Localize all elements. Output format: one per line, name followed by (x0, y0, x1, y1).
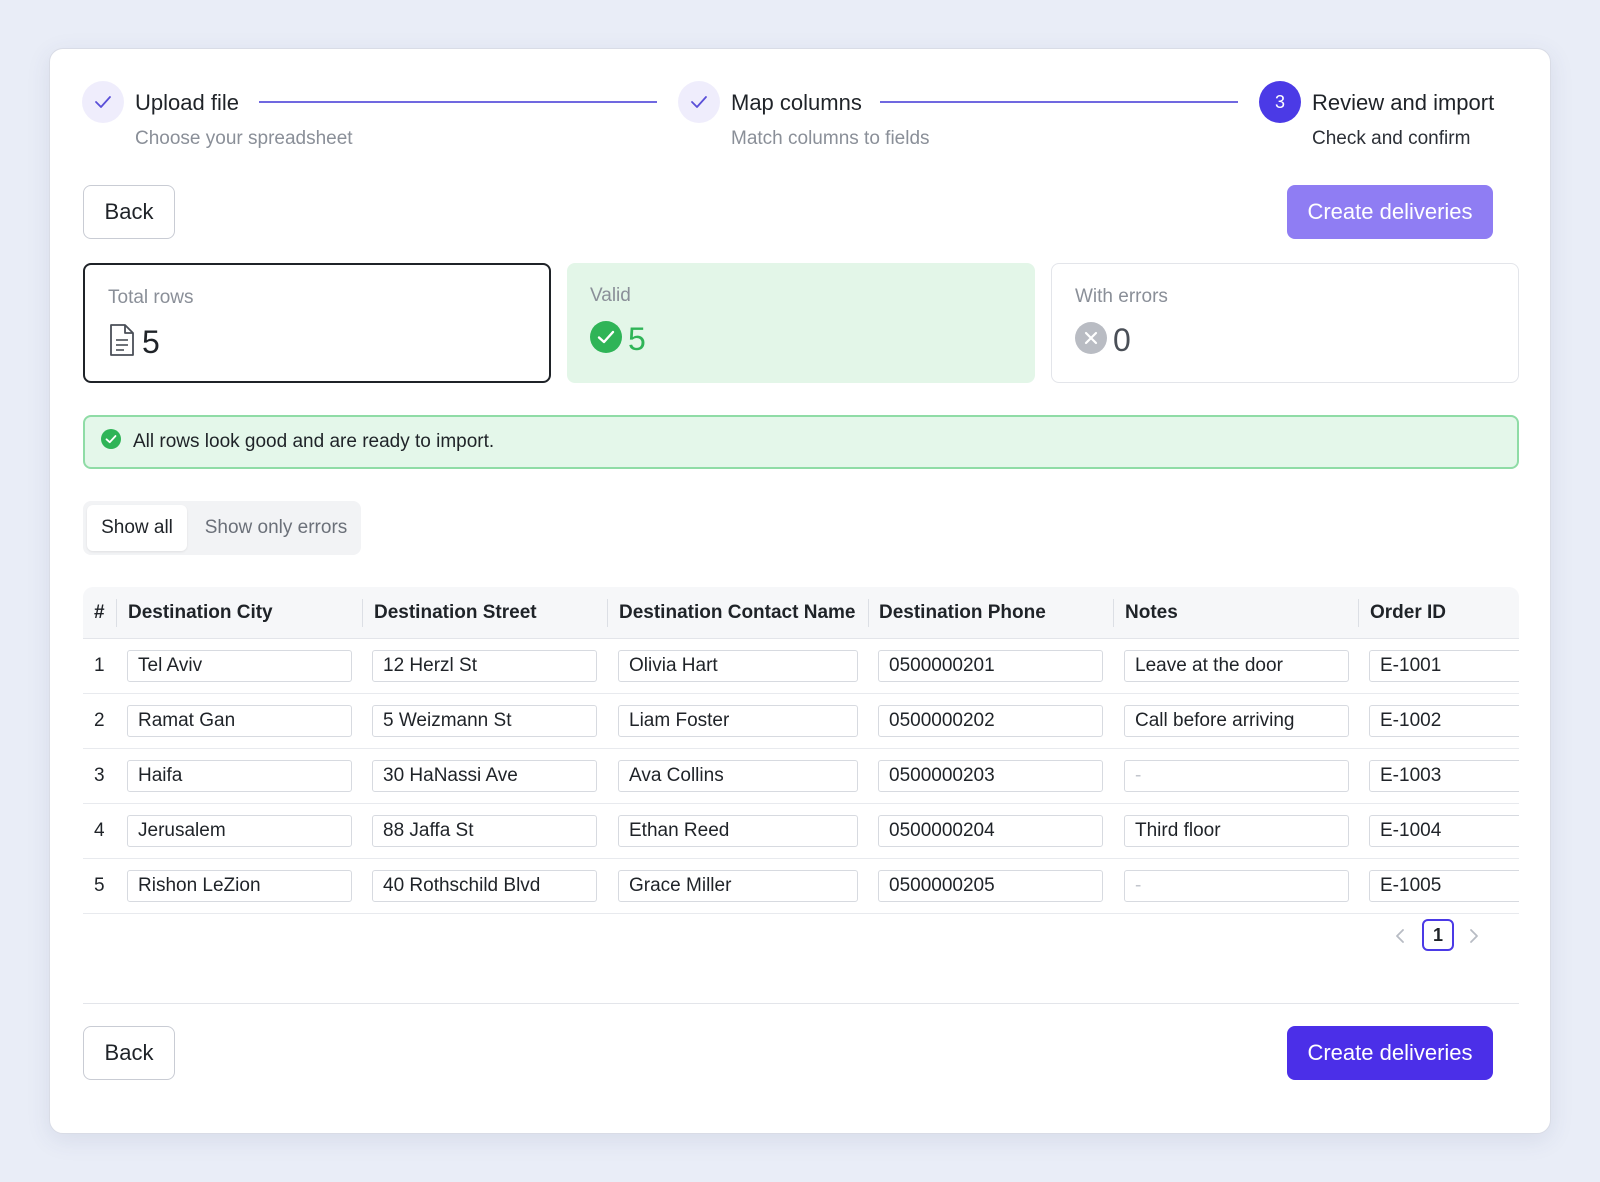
stat-with-errors: With errors 0 (1051, 263, 1519, 383)
check-circle-icon (101, 429, 121, 455)
stat-label: With errors (1075, 286, 1168, 307)
street-field[interactable]: 40 Rothschild Blvd (372, 870, 597, 902)
back-button[interactable]: Back (83, 185, 175, 239)
column-header-order-id: Order ID (1370, 602, 1447, 623)
column-header-city: Destination City (128, 602, 273, 623)
column-divider (116, 599, 117, 627)
notes-field[interactable]: - (1124, 760, 1349, 792)
contact-name-field[interactable]: Olivia Hart (618, 650, 858, 682)
step-map-title: Map columns (731, 90, 862, 115)
order-id-field[interactable]: E-1003 (1369, 760, 1519, 792)
show-all-option[interactable]: Show all (87, 505, 187, 551)
back-button-bottom[interactable]: Back (83, 1026, 175, 1080)
table-row: 1 Tel Aviv 12 Herzl St Olivia Hart 05000… (83, 639, 1519, 694)
notes-field[interactable]: Call before arriving (1124, 705, 1349, 737)
stat-label: Total rows (108, 287, 194, 308)
step-review-subtitle: Check and confirm (1312, 128, 1471, 149)
order-id-field[interactable]: E-1004 (1369, 815, 1519, 847)
column-divider (1358, 599, 1359, 627)
column-divider (607, 599, 608, 627)
column-divider (1113, 599, 1114, 627)
stat-valid: Valid 5 (567, 263, 1035, 383)
notes-field[interactable]: Third floor (1124, 815, 1349, 847)
row-number: 4 (94, 820, 105, 841)
chevron-right-icon[interactable] (1463, 921, 1485, 951)
phone-field[interactable]: 0500000201 (878, 650, 1103, 682)
step-upload-subtitle: Choose your spreadsheet (135, 128, 353, 149)
step-review-number: 3 (1259, 81, 1301, 123)
success-banner: All rows look good and are ready to impo… (83, 415, 1519, 469)
order-id-field[interactable]: E-1001 (1369, 650, 1519, 682)
table-row: 4 Jerusalem 88 Jaffa St Ethan Reed 05000… (83, 804, 1519, 859)
step-review-title: Review and import (1312, 90, 1495, 115)
city-field[interactable]: Haifa (127, 760, 352, 792)
contact-name-field[interactable]: Grace Miller (618, 870, 858, 902)
order-id-field[interactable]: E-1002 (1369, 705, 1519, 737)
contact-name-field[interactable]: Liam Foster (618, 705, 858, 737)
stat-total-rows: Total rows 5 (83, 263, 551, 383)
banner-text: All rows look good and are ready to impo… (133, 431, 495, 452)
page-1-button[interactable]: 1 (1422, 919, 1454, 951)
order-id-field[interactable]: E-1005 (1369, 870, 1519, 902)
step-map-check-icon (678, 81, 720, 123)
x-circle-icon (1075, 322, 1107, 359)
phone-field[interactable]: 0500000204 (878, 815, 1103, 847)
column-divider (362, 599, 363, 627)
phone-field[interactable]: 0500000203 (878, 760, 1103, 792)
table-header: # Destination City Destination Street De… (83, 587, 1519, 639)
stat-value: 5 (142, 324, 160, 360)
document-icon (108, 323, 136, 362)
column-header-street: Destination Street (374, 602, 537, 623)
street-field[interactable]: 12 Herzl St (372, 650, 597, 682)
step-map-subtitle: Match columns to fields (731, 128, 930, 149)
street-field[interactable]: 88 Jaffa St (372, 815, 597, 847)
row-filter-toggle: Show all Show only errors (83, 501, 361, 555)
column-header-contact-name: Destination Contact Name (619, 602, 856, 623)
row-number: 5 (94, 875, 105, 896)
create-deliveries-button[interactable]: Create deliveries (1287, 185, 1493, 239)
row-number: 1 (94, 655, 105, 676)
contact-name-field[interactable]: Ava Collins (618, 760, 858, 792)
create-deliveries-button-bottom[interactable]: Create deliveries (1287, 1026, 1493, 1080)
column-header-notes: Notes (1125, 602, 1178, 623)
street-field[interactable]: 30 HaNassi Ave (372, 760, 597, 792)
stat-value: 0 (1113, 322, 1131, 358)
contact-name-field[interactable]: Ethan Reed (618, 815, 858, 847)
row-number: 2 (94, 710, 105, 731)
row-number: 3 (94, 765, 105, 786)
city-field[interactable]: Tel Aviv (127, 650, 352, 682)
table-row: 3 Haifa 30 HaNassi Ave Ava Collins 05000… (83, 749, 1519, 804)
chevron-left-icon[interactable] (1389, 921, 1411, 951)
show-only-errors-option[interactable]: Show only errors (191, 505, 361, 551)
column-divider (868, 599, 869, 627)
phone-field[interactable]: 0500000202 (878, 705, 1103, 737)
footer-divider (83, 1003, 1519, 1004)
city-field[interactable]: Rishon LeZion (127, 870, 352, 902)
import-wizard-card: Upload file Choose your spreadsheet Map … (49, 48, 1551, 1134)
column-header-number: # (94, 602, 105, 623)
table-row: 2 Ramat Gan 5 Weizmann St Liam Foster 05… (83, 694, 1519, 749)
step-connector (259, 101, 657, 103)
stat-value: 5 (628, 321, 646, 357)
city-field[interactable]: Jerusalem (127, 815, 352, 847)
table-row: 5 Rishon LeZion 40 Rothschild Blvd Grace… (83, 859, 1519, 914)
review-table: # Destination City Destination Street De… (83, 587, 1519, 917)
street-field[interactable]: 5 Weizmann St (372, 705, 597, 737)
step-upload-check-icon (82, 81, 124, 123)
city-field[interactable]: Ramat Gan (127, 705, 352, 737)
column-header-phone: Destination Phone (879, 602, 1046, 623)
notes-field[interactable]: - (1124, 870, 1349, 902)
step-upload-title: Upload file (135, 90, 239, 115)
step-connector (880, 101, 1238, 103)
phone-field[interactable]: 0500000205 (878, 870, 1103, 902)
notes-field[interactable]: Leave at the door (1124, 650, 1349, 682)
check-circle-icon (590, 321, 622, 358)
stat-label: Valid (590, 285, 631, 306)
